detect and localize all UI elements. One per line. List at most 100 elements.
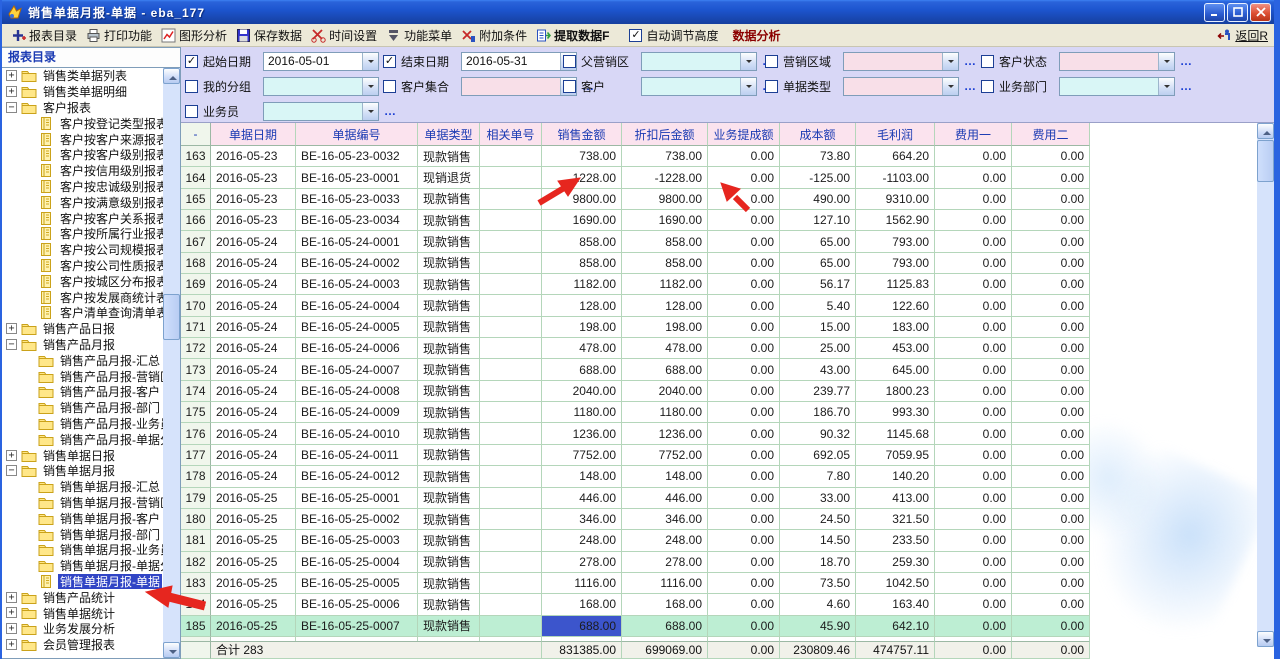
sidebar-item[interactable]: 客户按忠诚级别报表 [2, 179, 163, 195]
table-cell[interactable]: 0.00 [708, 317, 780, 338]
table-cell[interactable]: 0.00 [935, 552, 1012, 573]
table-cell[interactable]: 0.00 [1012, 530, 1090, 551]
table-cell[interactable]: 0.00 [1012, 338, 1090, 359]
sidebar-item[interactable]: 客户按满意级别报表 [2, 194, 163, 210]
table-cell[interactable]: 0.00 [708, 530, 780, 551]
table-cell[interactable]: 现款销售 [418, 295, 480, 316]
expand-plus-icon[interactable]: + [6, 323, 17, 334]
dropdown-arrow-icon[interactable] [362, 78, 378, 95]
table-cell[interactable]: 0.00 [1012, 402, 1090, 423]
table-cell[interactable]: 0.00 [708, 146, 780, 167]
sidebar-item[interactable]: 销售产品月报-营销区 [2, 368, 163, 384]
sidebar-item[interactable]: 客户按公司规模报表 [2, 242, 163, 258]
table-cell[interactable]: BE-16-05-25-0006 [296, 594, 418, 615]
column-header-row-number[interactable]: - [181, 123, 211, 146]
tree-scroll-down-button[interactable] [163, 642, 180, 658]
table-cell[interactable]: 1182.00 [542, 274, 622, 295]
table-cell[interactable]: 0.00 [935, 295, 1012, 316]
table-scroll-down-button[interactable] [1257, 631, 1274, 647]
table-cell[interactable]: BE-16-05-24-0006 [296, 338, 418, 359]
table-cell[interactable]: 2016-05-24 [211, 253, 296, 274]
sidebar-item[interactable]: 销售产品月报-汇总 [2, 352, 163, 368]
table-cell[interactable]: 33.00 [780, 488, 856, 509]
table-cell[interactable]: 1116.00 [622, 573, 708, 594]
filter-checkbox[interactable] [563, 80, 576, 93]
table-cell[interactable]: 321.50 [856, 509, 935, 530]
filter-more-button[interactable]: … [964, 79, 977, 93]
dropdown-arrow-icon[interactable] [1158, 53, 1174, 70]
table-cell[interactable]: 2016-05-24 [211, 381, 296, 402]
sidebar-item[interactable]: −销售产品月报 [2, 337, 163, 353]
maximize-button[interactable] [1227, 3, 1248, 22]
table-cell[interactable]: 2016-05-24 [211, 295, 296, 316]
table-row[interactable]: 1632016-05-23BE-16-05-23-0032现款销售738.007… [181, 146, 1090, 167]
table-cell[interactable]: BE-16-05-24-0010 [296, 423, 418, 444]
table-cell[interactable]: 2016-05-25 [211, 488, 296, 509]
table-cell[interactable]: 688.00 [542, 359, 622, 380]
table-cell[interactable]: 0.00 [708, 466, 780, 487]
table-cell[interactable]: 0.00 [708, 359, 780, 380]
table-cell[interactable] [480, 530, 542, 551]
table-cell[interactable]: 0.00 [708, 381, 780, 402]
table-row[interactable]: 1752016-05-24BE-16-05-24-0009现款销售1180.00… [181, 402, 1090, 423]
table-cell[interactable]: 15.00 [780, 317, 856, 338]
collapse-minus-icon[interactable]: − [6, 465, 17, 476]
filter-checkbox[interactable] [185, 105, 198, 118]
table-cell[interactable]: 7059.95 [856, 445, 935, 466]
table-cell[interactable]: 0.00 [935, 274, 1012, 295]
table-cell[interactable]: 122.60 [856, 295, 935, 316]
table-cell[interactable] [480, 231, 542, 252]
table-cell[interactable]: BE-16-05-24-0011 [296, 445, 418, 466]
table-row[interactable]: 1742016-05-24BE-16-05-24-0008现款销售2040.00… [181, 381, 1090, 402]
table-cell[interactable]: 0.00 [708, 552, 780, 573]
table-cell[interactable]: 0.00 [935, 231, 1012, 252]
table-row[interactable]: 1792016-05-25BE-16-05-25-0001现款销售446.004… [181, 488, 1090, 509]
table-cell[interactable]: 0.00 [1012, 594, 1090, 615]
filter-more-button[interactable]: … [1180, 54, 1193, 68]
column-header-折扣后金额[interactable]: 折扣后金额 [622, 123, 708, 146]
table-cell[interactable]: 2016-05-24 [211, 317, 296, 338]
table-cell[interactable]: 183.00 [856, 317, 935, 338]
sidebar-item[interactable]: +业务发展分析 [2, 621, 163, 637]
table-cell[interactable]: 2016-05-23 [211, 210, 296, 231]
table-cell[interactable]: 0.00 [1012, 253, 1090, 274]
table-scroll-up-button[interactable] [1257, 123, 1274, 139]
table-cell[interactable]: 现款销售 [418, 594, 480, 615]
table-cell[interactable]: 858.00 [542, 253, 622, 274]
filter-checkbox[interactable] [383, 55, 396, 68]
filter-checkbox[interactable] [185, 80, 198, 93]
table-cell[interactable]: 0.00 [708, 210, 780, 231]
dropdown-arrow-icon[interactable] [362, 53, 378, 70]
table-cell[interactable]: 2016-05-25 [211, 573, 296, 594]
table-cell[interactable]: 现款销售 [418, 231, 480, 252]
filter-checkbox[interactable] [765, 55, 778, 68]
table-cell[interactable]: 478.00 [622, 338, 708, 359]
table-cell[interactable]: 0.00 [1012, 146, 1090, 167]
table-cell[interactable] [480, 445, 542, 466]
table-cell[interactable]: 2016-05-24 [211, 423, 296, 444]
table-cell[interactable]: 446.00 [542, 488, 622, 509]
table-cell[interactable]: 0.00 [708, 616, 780, 637]
table-row[interactable]: 1842016-05-25BE-16-05-25-0006现款销售168.001… [181, 594, 1090, 615]
column-header-成本额[interactable]: 成本额 [780, 123, 856, 146]
sidebar-item[interactable]: 销售单据月报-单据 [2, 574, 163, 590]
table-cell[interactable]: BE-16-05-25-0001 [296, 488, 418, 509]
filter-checkbox[interactable] [981, 55, 994, 68]
table-cell[interactable]: 现款销售 [418, 317, 480, 338]
table-cell[interactable]: 0.00 [1012, 295, 1090, 316]
table-cell[interactable]: 0.00 [935, 488, 1012, 509]
table-cell[interactable]: 2016-05-25 [211, 552, 296, 573]
column-header-单据编号[interactable]: 单据编号 [296, 123, 418, 146]
filter-dropdown[interactable]: 2016-05-01 [263, 52, 379, 71]
table-cell[interactable]: 0.00 [708, 594, 780, 615]
table-cell[interactable]: 7752.00 [622, 445, 708, 466]
toolbar-button-report-directory[interactable]: 报表目录 [8, 26, 83, 45]
sidebar-item[interactable]: 销售产品月报-单据分类 [2, 431, 163, 447]
tree-scrollbar[interactable] [163, 68, 180, 658]
filter-dropdown[interactable] [843, 52, 959, 71]
sidebar-item[interactable]: 销售单据月报-单据分类 [2, 558, 163, 574]
table-cell[interactable]: 2016-05-24 [211, 402, 296, 423]
toolbar-button-extract-data[interactable]: 提取数据F [533, 26, 615, 45]
column-header-单据日期[interactable]: 单据日期 [211, 123, 296, 146]
table-cell[interactable]: 0.00 [1012, 573, 1090, 594]
